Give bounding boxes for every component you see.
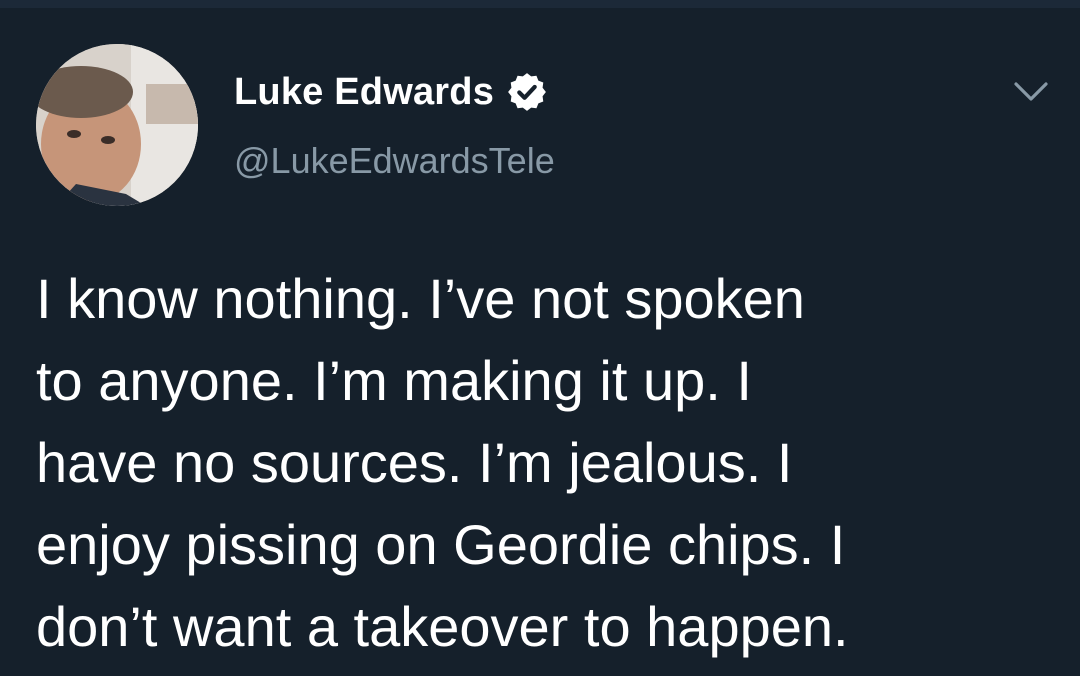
author-display-name[interactable]: Luke Edwards: [234, 71, 494, 114]
tweet-card: Luke Edwards @LukeEdwardsTele I know not…: [0, 0, 1080, 676]
author-row: Luke Edwards: [234, 64, 548, 120]
tweet-text-line: to anyone. I’m making it up. I: [36, 349, 752, 412]
chevron-down-icon[interactable]: [1008, 72, 1054, 112]
tweet-text-line: enjoy pissing on Geordie chips. I: [36, 513, 846, 576]
tweet-text: I know nothing. I’ve not spoken to anyon…: [36, 258, 1056, 668]
tweet-text-line: I know nothing. I’ve not spoken: [36, 267, 805, 330]
tweet-text-line: have no sources. I’m jealous. I: [36, 431, 793, 494]
avatar[interactable]: [36, 44, 198, 206]
author-handle[interactable]: @LukeEdwardsTele: [234, 140, 555, 182]
verified-badge-icon: [508, 73, 546, 111]
tweet-text-line: don’t want a takeover to happen.: [36, 595, 849, 658]
avatar-photo: [36, 44, 198, 206]
